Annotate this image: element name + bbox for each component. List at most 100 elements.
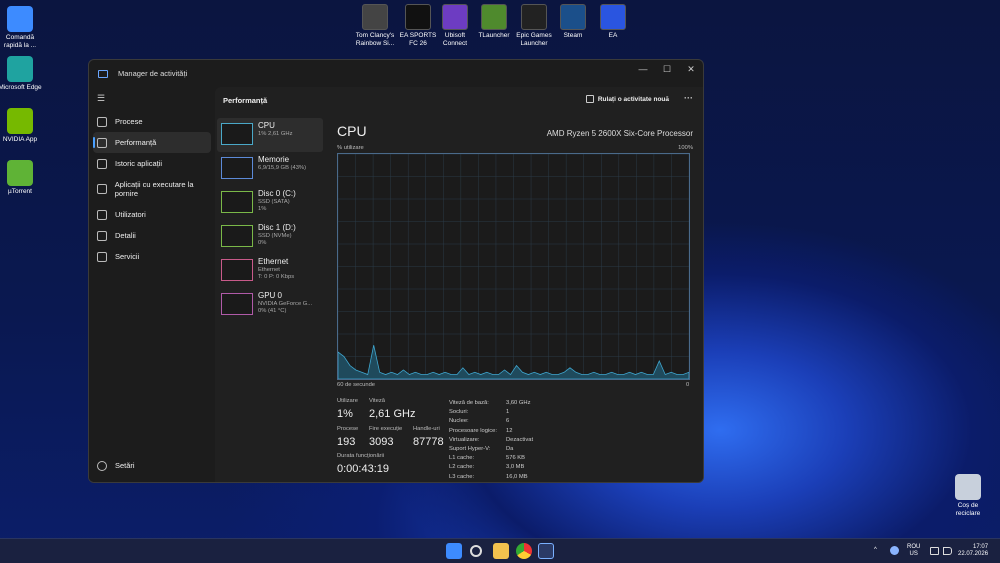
device-sub1: SSD (NVMe) [258, 233, 292, 239]
grid-icon [97, 116, 107, 127]
desktop-icon-label: EA [608, 32, 618, 39]
minimize-button[interactable]: — [631, 60, 655, 87]
device-name: Memorie [258, 155, 290, 164]
desktop-icon[interactable]: Tom Clancy's Rainbow Si... [355, 4, 395, 48]
device-item[interactable]: CPU 1% 2,61 GHz [217, 118, 323, 152]
desktop-icon[interactable]: EA [593, 4, 633, 40]
spec-key: Suport Hyper-V: [449, 446, 491, 453]
task-manager-window: Manager de activități — ☐ ✕ ☰ Procese Pe… [88, 59, 704, 483]
desktop-icon[interactable]: Steam [553, 4, 593, 40]
task-manager-icon [98, 69, 108, 78]
window-title: Manager de activități [118, 69, 188, 78]
detail-title: CPU [337, 123, 367, 139]
startup-icon [97, 184, 107, 194]
desktop-icon[interactable]: EA SPORTS FC 26 [398, 4, 438, 48]
start-icon[interactable] [446, 543, 462, 559]
recycle-bin[interactable]: Coș de reciclare [946, 474, 990, 518]
nav-procese[interactable]: Procese [89, 111, 215, 132]
nav-utilizatori[interactable]: Utilizatori [89, 204, 215, 225]
task-manager-taskbar-icon[interactable] [538, 543, 554, 559]
spec-value: 3,0 MB [506, 464, 525, 471]
device-sub1: SSD (SATA) [258, 199, 290, 205]
desktop-icon[interactable]: TLauncher [474, 4, 514, 40]
nav-performanta[interactable]: Performanță [93, 132, 211, 153]
spec-value: 1 [506, 409, 510, 416]
volume-icon[interactable] [943, 547, 952, 555]
app-icon [481, 4, 507, 30]
device-sub1: Ethernet [258, 267, 280, 273]
app-icon [442, 4, 468, 30]
desktop-icon-label: Tom Clancy's Rainbow Si... [355, 32, 395, 47]
clock-time: 17:07 [973, 544, 989, 550]
device-name: GPU 0 [258, 291, 283, 300]
chrome-icon[interactable] [516, 543, 532, 559]
device-item[interactable]: Disc 0 (C:) SSD (SATA) 1% [217, 186, 323, 220]
more-options-button[interactable]: ··· [684, 93, 693, 103]
device-thumbnail-graph [221, 259, 253, 281]
nav-settings-label: Setări [115, 461, 135, 470]
desktop-icon[interactable]: Microsoft Edge [0, 56, 42, 92]
fire-label: Fire execuție [369, 426, 403, 432]
cpu-model: AMD Ryzen 5 2600X Six-Core Processor [546, 129, 693, 138]
weather-icon[interactable] [890, 546, 899, 555]
spec-values: 3,60 GHz 1 6 12 Dezactivat Da 576 KB 3,0 MB 16,0… [506, 399, 533, 482]
device-thumbnail-graph [221, 225, 253, 247]
recycle-bin-icon [955, 474, 981, 500]
device-item[interactable]: Ethernet Ethernet T: 0 P: 0 Kbps [217, 254, 323, 288]
spec-value: 16,0 MB [506, 473, 528, 480]
desktop-icon[interactable]: Epic Games Launcher [514, 4, 554, 48]
spec-key: L2 cache: [449, 464, 475, 471]
nav-settings[interactable]: Setări [89, 455, 215, 476]
device-thumbnail-graph [221, 191, 253, 213]
graph-grid [338, 154, 689, 379]
language-indicator[interactable]: ROU US [907, 544, 920, 558]
hamburger-menu-button[interactable]: ☰ [89, 87, 215, 111]
device-item[interactable]: Disc 1 (D:) SSD (NVMe) 0% [217, 220, 323, 254]
app-icon [521, 4, 547, 30]
device-thumbnail-graph [221, 157, 253, 179]
close-button[interactable]: ✕ [679, 60, 703, 87]
nav-label: Procese [115, 117, 143, 126]
util-max-label: 100% [678, 145, 693, 151]
title-bar[interactable]: Manager de activități — ☐ ✕ [89, 60, 703, 87]
users-icon [97, 209, 107, 220]
cpu-utilization-graph [337, 153, 690, 380]
device-name: Disc 1 (D:) [258, 223, 296, 232]
nav-pornire[interactable]: Aplicații cu executare la pornire [89, 174, 215, 204]
utilizare-value: 1% [337, 408, 353, 420]
spec-keys: Viteză de bază: Socluri: Nuclee: Procesoare… [449, 399, 497, 482]
desktop-icon[interactable]: Comandă rapidă la ... [0, 6, 42, 50]
network-icon[interactable] [930, 547, 939, 555]
app-icon [7, 6, 33, 32]
device-sub1: 6,9/15,9 GB (43%) [258, 165, 307, 171]
maximize-button[interactable]: ☐ [655, 60, 679, 87]
procese-label: Procese [337, 426, 359, 432]
search-icon[interactable] [470, 545, 482, 557]
app-icon [7, 56, 33, 82]
desktop-icon[interactable]: µTorrent [0, 160, 42, 196]
desktop-icon-label: Epic Games Launcher [516, 32, 552, 47]
desktop-icon[interactable]: Ubisoft Connect [435, 4, 475, 48]
device-item[interactable]: GPU 0 NVIDIA GeForce G... 0% (41 °C) [217, 288, 323, 322]
durata-label: Durata funcționării [337, 453, 385, 459]
device-item[interactable]: Memorie 6,9/15,9 GB (43%) [217, 152, 323, 186]
utilizare-label: Utilizare [337, 398, 358, 404]
desktop-icon-label: Microsoft Edge [0, 84, 42, 91]
nav-servicii[interactable]: Servicii [89, 246, 215, 267]
handle-label: Handle-uri [413, 426, 440, 432]
desktop-icon[interactable]: NVIDIA App [0, 108, 42, 144]
details-icon [97, 230, 107, 241]
file-explorer-icon[interactable] [493, 543, 509, 559]
nav-label: Servicii [115, 252, 140, 261]
nav-detalii[interactable]: Detalii [89, 225, 215, 246]
spec-key: L3 cache: [449, 473, 475, 480]
util-axis-label: % utilizare [337, 145, 364, 151]
spec-value: 6 [506, 418, 510, 425]
tray-overflow-chevron[interactable]: ^ [874, 547, 877, 554]
clock[interactable]: 17:07 22.07.2026 [958, 544, 988, 558]
taskbar: ^ ROU US 17:07 22.07.2026 [0, 538, 1000, 563]
viteza-value: 2,61 GHz [369, 408, 416, 420]
run-new-task-button[interactable]: Rulați o activitate nouă [585, 95, 669, 103]
app-icon [362, 4, 388, 30]
nav-istoric[interactable]: Istoric aplicații [89, 153, 215, 174]
